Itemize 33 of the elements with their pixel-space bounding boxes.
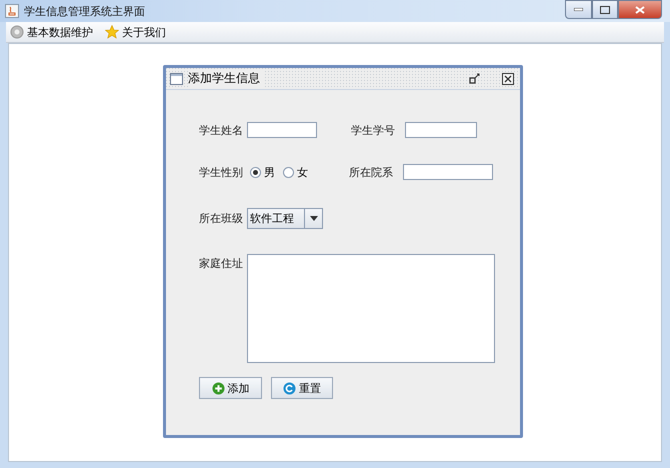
address-field[interactable] — [247, 254, 495, 363]
field-label: 学生学号 — [351, 122, 396, 138]
app-icon — [5, 4, 19, 18]
input-field[interactable] — [405, 122, 477, 138]
star-icon — [105, 25, 119, 39]
field-label: 所在班级 — [199, 211, 244, 226]
input-field[interactable] — [403, 164, 493, 180]
field-label: 学生性别 — [199, 164, 244, 180]
window-title: 学生信息管理系统主界面 — [24, 4, 145, 18]
minimize-icon — [574, 8, 583, 11]
field-label: 所在院系 — [349, 164, 394, 180]
input-field[interactable] — [247, 122, 317, 138]
plus-icon — [212, 382, 224, 394]
minimize-button[interactable] — [565, 0, 592, 19]
close-icon — [635, 6, 645, 14]
window-icon — [170, 72, 183, 84]
caret-icon — [310, 216, 318, 221]
restore-icon[interactable] — [469, 73, 480, 84]
refresh-icon — [283, 382, 296, 394]
menu-item[interactable]: 基本数据维护 — [10, 24, 93, 40]
add-button[interactable]: 添加 — [199, 377, 262, 399]
close-button[interactable] — [618, 0, 662, 19]
dialog-title: 添加学生信息 — [188, 70, 264, 87]
menu-item[interactable]: 关于我们 — [105, 24, 166, 40]
close-icon[interactable] — [502, 72, 514, 84]
maximize-button[interactable] — [592, 0, 618, 19]
reset-button[interactable]: 重置 — [271, 377, 333, 399]
radio-option[interactable]: 男 — [250, 164, 275, 180]
field-label: 家庭住址 — [199, 256, 244, 271]
maximize-icon — [600, 6, 610, 14]
radio-option[interactable]: 女 — [283, 164, 308, 180]
field-label: 学生姓名 — [199, 122, 244, 138]
class-dropdown[interactable]: 软件工程 — [247, 208, 323, 229]
